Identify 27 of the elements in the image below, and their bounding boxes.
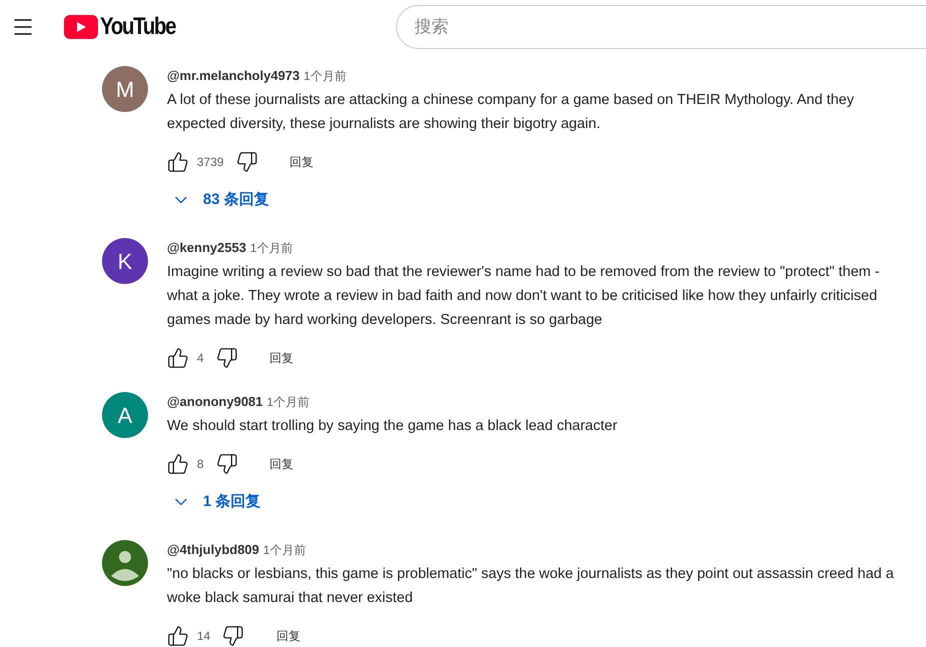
- like-count: 14: [197, 628, 210, 645]
- avatar: K: [102, 238, 148, 284]
- reply-button[interactable]: 回复: [270, 455, 294, 473]
- view-replies-button[interactable]: 83 条回复: [167, 182, 269, 218]
- reply-button[interactable]: 回复: [270, 349, 294, 367]
- comment-time[interactable]: 1个月前: [266, 393, 310, 411]
- comment-time[interactable]: 1个月前: [250, 239, 293, 257]
- author-name[interactable]: @kenny2553: [167, 238, 246, 258]
- comment-time[interactable]: 1个月前: [263, 541, 306, 559]
- avatar: A: [102, 392, 148, 438]
- search-field[interactable]: 搜索: [396, 5, 926, 49]
- reply-button[interactable]: 回复: [276, 627, 300, 645]
- author-name[interactable]: @anonony9081: [167, 392, 263, 412]
- avatar: M: [102, 66, 148, 112]
- author-name[interactable]: @mr.melancholy4973: [167, 66, 300, 86]
- comment-text: A lot of these journalists are attacking a chinese company for a game based on THEIR Mythology. And they expected diversity, these journalists are showing their bigotry again.: [167, 91, 855, 134]
- comment-text: We should start trolling by saying the game has a black lead character: [167, 417, 618, 436]
- author-name[interactable]: @4thjulybd809: [167, 540, 260, 560]
- logo-text[interactable]: YouTube: [100, 9, 176, 45]
- like-count: 8: [197, 456, 204, 473]
- comment-text: Imagine writing a review so bad that the reviewer's name had to be removed from the review to "protect" them - what a joke. They wrote a review in bad faith and now don't want to be criticised like how they unfairly criticised games made by hard working developers. Screenrant is so garbage: [167, 263, 881, 330]
- like-count: 3739: [197, 154, 224, 171]
- view-replies-button[interactable]: 1 条回复: [167, 484, 261, 520]
- like-count: 4: [197, 350, 204, 367]
- reply-button[interactable]: 回复: [290, 153, 314, 171]
- comment-time[interactable]: 1个月前: [304, 67, 346, 85]
- comment-text: "no blacks or lesbians, this game is problematic" says the woke journalists as they point out assassin creed had a woke black samurai that never existed: [167, 565, 895, 608]
